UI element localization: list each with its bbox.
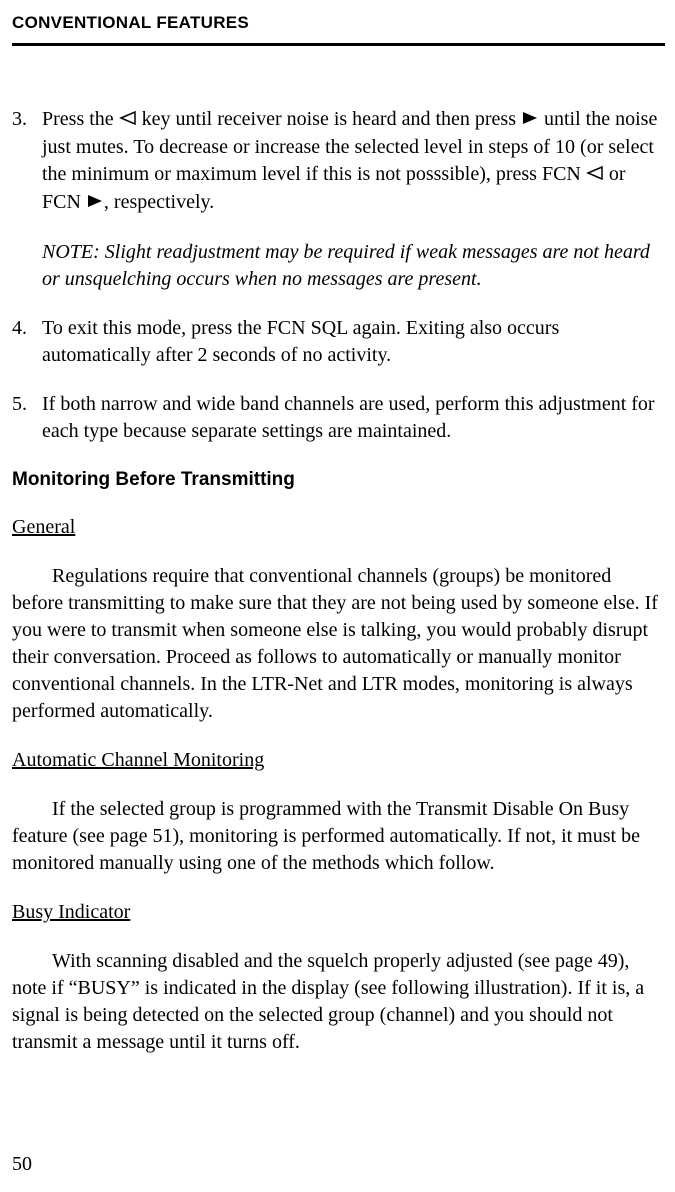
list-num-4: 4. xyxy=(12,315,42,369)
paragraph-general: Regulations require that conventional ch… xyxy=(12,563,665,725)
item3-part5: , respectively. xyxy=(104,191,214,213)
page-number: 50 xyxy=(12,1151,32,1178)
header-rule xyxy=(12,43,665,46)
item3-note: NOTE: Slight readjustment may be require… xyxy=(42,239,665,293)
list-body-5: If both narrow and wide band channels ar… xyxy=(42,391,665,445)
list-num-5: 5. xyxy=(12,391,42,445)
right-arrow-icon xyxy=(521,106,539,133)
left-arrow-icon xyxy=(119,106,137,133)
list-body-4: To exit this mode, press the FCN SQL aga… xyxy=(42,315,665,369)
left-arrow-icon xyxy=(586,161,604,188)
list-num-3: 3. xyxy=(12,106,42,293)
item3-part1: Press the xyxy=(42,108,119,130)
list-item-5: 5. If both narrow and wide band channels… xyxy=(12,391,665,445)
subheading-automatic: Automatic Channel Monitoring xyxy=(12,747,665,774)
paragraph-automatic: If the selected group is programmed with… xyxy=(12,796,665,877)
list-item-3: 3. Press the key until receiver noise is… xyxy=(12,106,665,293)
right-arrow-icon xyxy=(86,189,104,216)
item3-part2: key until receiver noise is heard and th… xyxy=(137,108,521,130)
page-header: CONVENTIONAL FEATURES xyxy=(12,12,665,35)
section-title: Monitoring Before Transmitting xyxy=(12,467,665,493)
subheading-general: General xyxy=(12,514,665,541)
list-item-4: 4. To exit this mode, press the FCN SQL … xyxy=(12,315,665,369)
paragraph-busy: With scanning disabled and the squelch p… xyxy=(12,948,665,1056)
list-body-3: Press the key until receiver noise is he… xyxy=(42,106,665,293)
subheading-busy: Busy Indicator xyxy=(12,899,665,926)
